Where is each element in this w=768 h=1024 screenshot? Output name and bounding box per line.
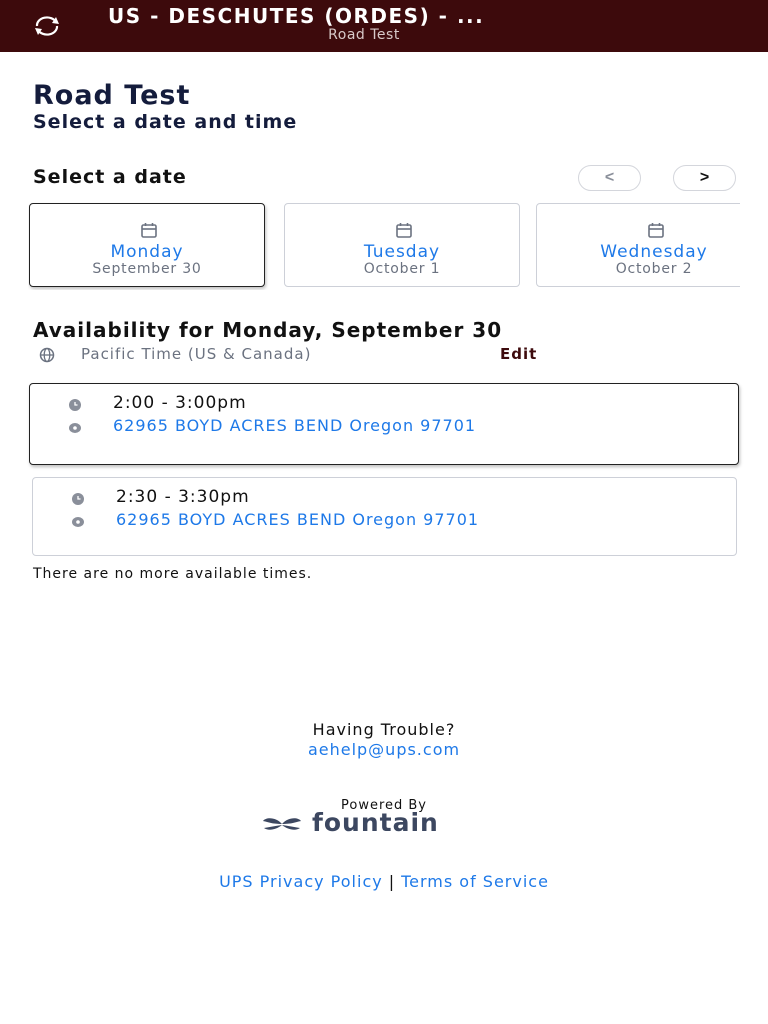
header-title: US - DESCHUTES (ORDES) - ... [108, 4, 485, 28]
header-subtitle: Road Test [328, 27, 400, 43]
no-more-times-text: There are no more available times. [33, 566, 313, 582]
fountain-leaf-icon [263, 818, 301, 830]
date-card-tuesday[interactable]: Tuesday October 1 [284, 203, 520, 287]
page-title: Road Test [33, 80, 191, 111]
date-card-monday[interactable]: Monday September 30 [29, 203, 265, 287]
select-date-heading: Select a date [33, 166, 187, 188]
timezone-label: Pacific Time (US & Canada) [81, 345, 312, 363]
app-header: US - DESCHUTES (ORDES) - ... Road Test [0, 0, 768, 52]
date-card-date: October 1 [363, 261, 441, 277]
location-pin-icon [72, 517, 84, 527]
clock-icon [72, 493, 84, 505]
location-pin-icon [69, 423, 81, 433]
slot-time: 2:30 - 3:30pm [116, 487, 250, 507]
privacy-policy-link[interactable]: UPS Privacy Policy [219, 872, 383, 891]
prev-dates-button[interactable]: < [578, 165, 641, 191]
fountain-logo[interactable]: fountain [262, 808, 522, 837]
date-card-wednesday[interactable]: Wednesday October 2 [536, 203, 740, 287]
slot-time: 2:00 - 3:00pm [113, 393, 247, 413]
availability-heading: Availability for Monday, September 30 [33, 318, 503, 342]
date-card-day: Wednesday [600, 242, 708, 262]
date-card-day: Monday [110, 242, 184, 262]
calendar-icon [396, 223, 412, 238]
date-carousel: Monday September 30 Tuesday October 1 We… [28, 202, 740, 290]
help-email-link[interactable]: aehelp@ups.com [0, 740, 768, 759]
page-subtitle: Select a date and time [33, 111, 298, 133]
footer-separator: | [388, 872, 396, 891]
timezone-row: Pacific Time (US & Canada) Edit [33, 345, 633, 365]
terms-of-service-link[interactable]: Terms of Service [401, 872, 549, 891]
edit-timezone-link[interactable]: Edit [500, 345, 537, 363]
slot-address-link[interactable]: 62965 BOYD ACRES BEND Oregon 97701 [113, 416, 673, 435]
date-card-date: October 2 [615, 261, 693, 277]
date-card-date: September 30 [92, 261, 202, 277]
slot-address-link[interactable]: 62965 BOYD ACRES BEND Oregon 97701 [116, 510, 676, 529]
time-slot-1[interactable]: 2:00 - 3:00pm 62965 BOYD ACRES BEND Oreg… [29, 383, 739, 465]
fountain-wordmark: fountain [312, 808, 439, 837]
calendar-icon [141, 223, 157, 238]
clock-icon [69, 399, 81, 411]
calendar-icon [648, 223, 664, 238]
next-dates-button[interactable]: > [673, 165, 736, 191]
footer-links: UPS Privacy Policy | Terms of Service [0, 872, 768, 891]
help-heading: Having Trouble? [312, 720, 456, 739]
globe-icon [39, 347, 55, 363]
time-slot-2[interactable]: 2:30 - 3:30pm 62965 BOYD ACRES BEND Oreg… [32, 477, 737, 556]
date-card-day: Tuesday [363, 242, 441, 262]
